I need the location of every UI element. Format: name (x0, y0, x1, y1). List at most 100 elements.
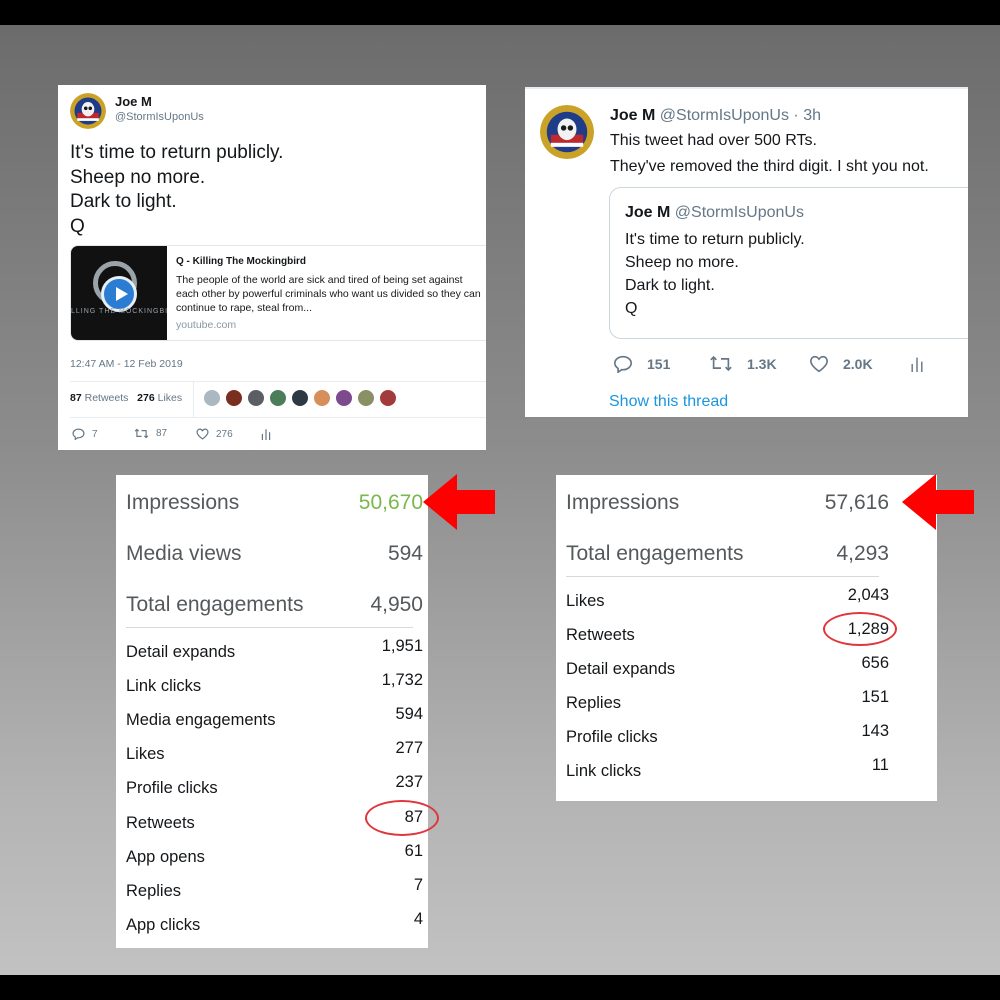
stat-label: Impressions (566, 491, 680, 514)
author-handle[interactable]: @StormIsUponUs (660, 107, 789, 124)
tweet-line: They've removed the third digit. I sht y… (610, 158, 929, 175)
show-thread-link[interactable]: Show this thread (609, 393, 728, 411)
divider (525, 87, 968, 89)
retweet-count: 87 (156, 428, 168, 439)
liker-avatar[interactable] (291, 389, 309, 407)
link-preview-card[interactable]: LLING THE MOCKINGBI Q - Killing The Mock… (70, 245, 486, 341)
stat-label: Profile clicks (566, 728, 658, 746)
retweet-button[interactable]: 1.3K (709, 355, 777, 372)
tweet-line: This tweet had over 500 RTs. (610, 132, 817, 149)
tweet-line: Dark to light. (625, 277, 715, 294)
tweet-line: Q (625, 300, 638, 317)
stat-label: App clicks (126, 916, 201, 934)
tweet-line: Sheep no more. (625, 254, 739, 271)
liker-avatar[interactable] (269, 389, 287, 407)
stat-value: 594 (387, 542, 423, 565)
quoted-tweet-text: It's time to return publicly. Sheep no m… (625, 228, 805, 320)
analytics-button[interactable] (260, 428, 272, 440)
video-thumbnail[interactable]: LLING THE MOCKINGBI (71, 246, 167, 340)
stat-value: 594 (395, 705, 423, 723)
highlight-circle (365, 800, 439, 836)
reply-count: 151 (647, 356, 671, 372)
like-button[interactable]: 2.0K (809, 355, 873, 373)
author-name[interactable]: Joe M (115, 94, 152, 109)
stat-label: Replies (126, 882, 182, 900)
stat-value: 151 (861, 688, 889, 706)
stat-label: Media views (126, 542, 242, 565)
tweet-timestamp[interactable]: 12:47 AM - 12 Feb 2019 (70, 358, 183, 370)
tweet-line: It's time to return publicly. (70, 142, 284, 163)
stat-label: Link clicks (566, 762, 642, 780)
tweet-time[interactable]: · 3h (793, 107, 821, 124)
stat-value: 656 (861, 654, 889, 672)
stat-value: 2,043 (847, 586, 889, 604)
stat-value: 4,950 (370, 593, 423, 616)
stat-value-impressions: 50,670 (358, 491, 423, 514)
stat-label: Retweets (126, 814, 195, 832)
analytics-panel-original: Impressions 50,670 Media views 594 Total… (116, 475, 439, 948)
retweet-icon (710, 355, 732, 372)
stat-label: Media engagements (126, 711, 276, 729)
like-count: 276 (216, 428, 233, 440)
liker-avatar[interactable] (225, 389, 243, 407)
reply-button[interactable]: 151 (613, 355, 670, 373)
stat-label: Likes (566, 592, 605, 610)
divider (126, 627, 413, 628)
stat-value: 4,293 (836, 542, 889, 565)
stat-label: Link clicks (126, 677, 202, 695)
avatar[interactable] (540, 105, 594, 159)
tweet-line: Sheep no more. (70, 166, 206, 188)
highlight-circle (823, 612, 897, 646)
divider (193, 381, 194, 417)
reply-icon (72, 428, 85, 440)
stat-label: App opens (126, 848, 205, 866)
stat-label: Profile clicks (126, 779, 218, 797)
retweet-button[interactable]: 87 (134, 428, 167, 439)
retweets-count[interactable]: 87 (70, 392, 82, 404)
play-icon[interactable] (101, 276, 137, 312)
likes-label[interactable]: Likes (158, 392, 183, 404)
author-name[interactable]: Joe M (610, 107, 655, 124)
quoted-author-handle: @StormIsUponUs (674, 204, 804, 221)
liker-avatar[interactable] (203, 389, 221, 407)
link-domain: youtube.com (176, 319, 237, 331)
liker-avatar[interactable] (357, 389, 375, 407)
stat-value: 277 (395, 739, 423, 757)
tweet-line: Q (70, 215, 85, 237)
tweet-header: Joe M @StormIsUponUs · 3h (610, 107, 821, 125)
retweet-count: 1.3K (747, 355, 777, 372)
author-handle[interactable]: @StormIsUponUs (115, 111, 204, 123)
reply-button[interactable]: 7 (72, 428, 98, 440)
tweet-line: It's time to return publicly. (625, 231, 805, 248)
tweet-text: It's time to return publicly. Sheep no m… (70, 141, 283, 239)
stat-label: Likes (126, 745, 165, 763)
stat-value-impressions: 57,616 (824, 491, 889, 514)
stat-label: Detail expands (566, 660, 676, 678)
divider (566, 576, 879, 577)
liker-avatar[interactable] (247, 389, 265, 407)
heart-icon (196, 428, 209, 440)
liker-avatar[interactable] (313, 389, 331, 407)
reply-icon (613, 355, 633, 373)
thumbnail-caption: LLING THE MOCKINGBI (71, 308, 167, 315)
likes-count[interactable]: 276 (137, 392, 155, 404)
liker-avatar[interactable] (379, 389, 397, 407)
quoted-tweet-header: Joe M @StormIsUponUs (625, 204, 804, 222)
avatar[interactable] (70, 93, 106, 129)
analytics-icon (911, 357, 923, 372)
liker-avatar[interactable] (335, 389, 353, 407)
link-title[interactable]: Q - Killing The Mockingbird (176, 256, 306, 267)
quoted-tweet[interactable]: Joe M @StormIsUponUs It's time to return… (609, 187, 968, 339)
stat-label: Total engagements (566, 542, 744, 565)
analytics-button[interactable] (909, 355, 925, 373)
stat-value: 1,732 (381, 671, 423, 689)
stat-value: 11 (871, 756, 889, 774)
tweet-card-original: Joe M @StormIsUponUs It's time to return… (58, 85, 486, 450)
retweets-label[interactable]: Retweets (85, 392, 129, 404)
stat-value: 4 (413, 910, 423, 928)
like-button[interactable]: 276 (196, 428, 233, 440)
top-black-bar (0, 0, 1000, 25)
red-arrow-icon (902, 474, 974, 530)
reply-count: 7 (92, 428, 98, 440)
tweet-line: Dark to light. (70, 191, 177, 212)
